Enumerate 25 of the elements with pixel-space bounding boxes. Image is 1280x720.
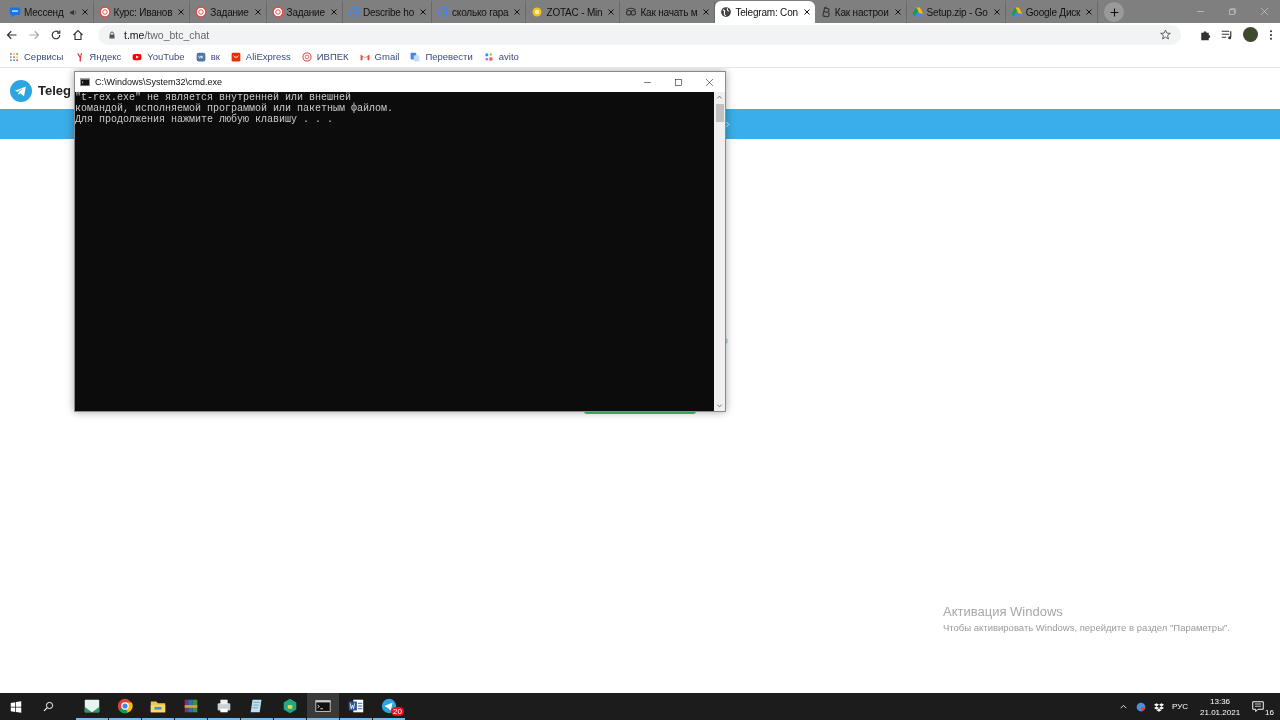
clock-time: 13:36 bbox=[1210, 695, 1231, 707]
taskbar-app-button[interactable]: 20 bbox=[373, 693, 405, 720]
url-text: t.me/two_btc_chat bbox=[124, 28, 210, 41]
notification-count: 16 bbox=[1265, 707, 1274, 718]
activation-title: Активация Windows bbox=[943, 604, 1064, 619]
window-title: C:\Windows\System32\cmd.exe bbox=[95, 77, 223, 87]
clock-date: 21.01.2021 bbox=[1200, 706, 1241, 718]
bookmark-link[interactable]: вк bbox=[195, 51, 220, 62]
bookmark-link[interactable]: AliExpress bbox=[230, 51, 291, 62]
console-line: Для продолжения нажмите любую клавишу . . . bbox=[75, 114, 335, 125]
bookmark-link[interactable]: ИВПЕК bbox=[301, 51, 349, 62]
bookmark-link[interactable]: avito bbox=[483, 51, 519, 62]
unread-badge: 20 bbox=[391, 707, 404, 716]
input-language[interactable]: РУС bbox=[1172, 702, 1189, 711]
bookmark-link[interactable]: Перевести bbox=[410, 51, 473, 62]
bookmark-link[interactable]: Gmail bbox=[359, 51, 400, 62]
address-bar[interactable]: t.me/two_btc_chat bbox=[98, 24, 1181, 45]
bookmark-link[interactable]: Сервисы bbox=[9, 51, 64, 62]
bookmark-link[interactable]: YouTube bbox=[132, 51, 185, 62]
bookmark-link[interactable]: Яндекс bbox=[74, 51, 122, 62]
console-line: командой, исполняемой программой или пакетным файлом. bbox=[75, 103, 395, 114]
console-line: "t-rex.exe" не является внутренней или внешней bbox=[75, 92, 352, 103]
brand-name: Teleg bbox=[38, 83, 71, 98]
activation-message: Чтобы активировать Windows, перейдите в раздел "Параметры". bbox=[943, 622, 1230, 633]
browser-tab[interactable]: Telegram: Con bbox=[715, 1, 815, 23]
